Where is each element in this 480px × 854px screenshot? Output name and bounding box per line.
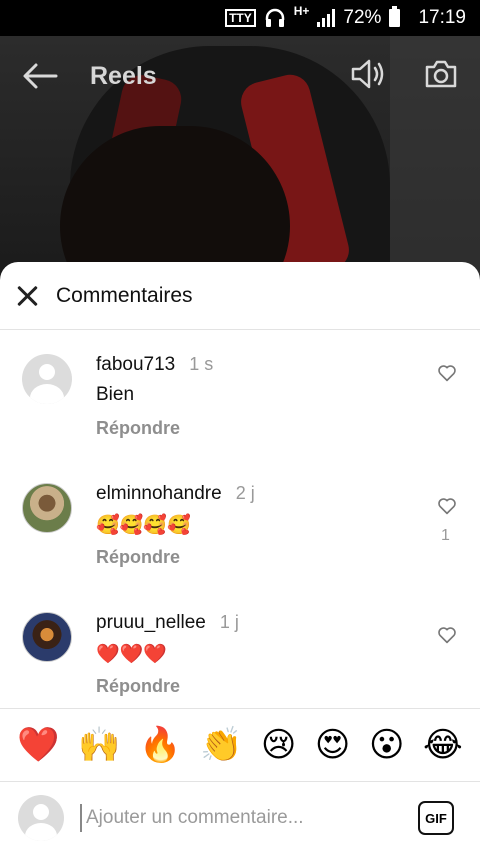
emoji-clap[interactable]: 👏 — [200, 728, 242, 762]
heart-icon[interactable] — [437, 626, 457, 644]
comment-username[interactable]: elminnohandre — [96, 483, 222, 504]
avatar[interactable] — [22, 483, 72, 533]
heart-icon[interactable] — [437, 364, 457, 382]
comment-header: pruuu_nellee 1 j — [96, 612, 239, 634]
battery-percent: 72% — [343, 7, 382, 28]
reply-button[interactable]: Répondre — [96, 418, 180, 439]
avatar[interactable] — [22, 354, 72, 404]
like-count: 1 — [441, 527, 450, 544]
signal-icon — [317, 9, 336, 27]
comment-username[interactable]: fabou713 — [96, 354, 175, 375]
comment-composer: GIF — [0, 782, 480, 854]
battery-icon — [389, 6, 401, 27]
emoji-quick-bar: ❤️ 🙌 🔥 👏 😢 😍 😮 😂 — [0, 708, 480, 782]
back-arrow-icon[interactable] — [22, 56, 66, 96]
comment-text: 🥰🥰🥰🥰 — [96, 515, 191, 536]
user-avatar — [18, 795, 64, 841]
comment-input[interactable] — [80, 804, 408, 832]
close-icon[interactable] — [16, 285, 38, 307]
emoji-raised-hands[interactable]: 🙌 — [78, 728, 120, 762]
emoji-laughing[interactable]: 😂 — [423, 728, 463, 762]
emoji-surprised[interactable]: 😮 — [369, 728, 404, 762]
comment-item: elminnohandre 2 j 🥰🥰🥰🥰 Répondre 1 — [0, 483, 480, 603]
comment-username[interactable]: pruuu_nellee — [96, 612, 206, 633]
comment-text: Bien — [96, 384, 135, 405]
network-type: H+ — [293, 4, 310, 18]
sheet-title: Commentaires — [56, 283, 193, 307]
heart-icon[interactable] — [437, 497, 457, 515]
clock: 17:19 — [418, 7, 466, 28]
emoji-crying[interactable]: 😢 — [261, 728, 296, 762]
headset-icon — [265, 8, 284, 27]
reply-button[interactable]: Répondre — [96, 547, 180, 568]
reels-header: Reels — [0, 36, 480, 116]
comment-header: elminnohandre 2 j — [96, 483, 255, 505]
emoji-heart-eyes[interactable]: 😍 — [315, 728, 350, 762]
comment-item: fabou713 1 s Bien Répondre — [0, 354, 480, 474]
comment-header: fabou713 1 s — [96, 354, 213, 376]
comment-time: 1 s — [189, 354, 214, 374]
comment-time: 1 j — [219, 612, 239, 632]
emoji-heart[interactable]: ❤️ — [17, 728, 59, 762]
reels-title: Reels — [90, 61, 157, 90]
comment-text: ❤️❤️❤️ — [96, 644, 167, 665]
gif-button[interactable]: GIF — [418, 801, 454, 835]
emoji-fire[interactable]: 🔥 — [139, 728, 181, 762]
reply-button[interactable]: Répondre — [96, 676, 180, 697]
status-bar: TTY H+ 72% 17:19 — [0, 0, 480, 36]
sheet-header: Commentaires — [0, 262, 480, 330]
avatar[interactable] — [22, 612, 72, 662]
speaker-icon[interactable] — [350, 57, 388, 96]
comment-time: 2 j — [235, 483, 255, 503]
tty-indicator: TTY — [225, 9, 256, 27]
camera-icon[interactable] — [424, 59, 458, 94]
